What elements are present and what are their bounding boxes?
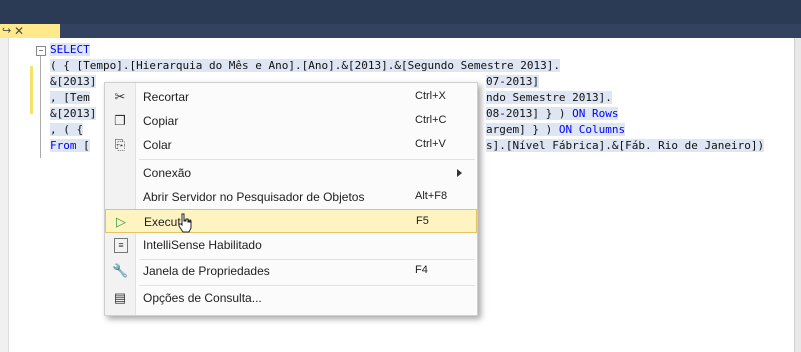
menu-item-execute[interactable]: ▷ Executar F5 [105, 209, 477, 233]
code-line-6-tail: argem] } ) ON Columns [486, 123, 626, 136]
hand-cursor-icon [178, 213, 192, 233]
menu-item-copy[interactable]: ❐ Copiar Ctrl+C [105, 109, 477, 133]
menu-separator [139, 159, 475, 160]
code-line-4: , [Tem [50, 91, 90, 104]
play-icon: ▷ [116, 214, 126, 229]
scissors-icon: ✂ [114, 89, 126, 104]
code-line-3-tail: 07-2013] [486, 75, 539, 88]
code-line-3: &[2013] [50, 75, 97, 88]
outline-guide [40, 56, 41, 158]
menu-item-paste[interactable]: ⎘ Colar Ctrl+V [105, 133, 477, 157]
paste-icon: ⎘ [114, 137, 126, 152]
menu-item-query-options[interactable]: ▤ Opções de Consulta... [105, 286, 477, 310]
code-line-4-tail: ndo Semestre 2013]. [486, 91, 612, 104]
code-line-5: &[2013] [50, 107, 97, 120]
menu-item-connection[interactable]: Conexão [105, 161, 477, 185]
wrench-icon: 🔧 [112, 263, 129, 278]
close-icon[interactable]: ✕ [14, 24, 24, 38]
change-indicator [30, 66, 33, 114]
copy-icon: ❐ [114, 113, 126, 128]
editor-margin [0, 38, 9, 352]
tab-strip [60, 24, 801, 38]
menu-item-cut[interactable]: ✂ Recortar Ctrl+X [105, 85, 477, 109]
code-line-1: SELECT [50, 43, 90, 56]
editor-scrollbar[interactable] [794, 38, 801, 352]
code-line-7: From [ [50, 139, 90, 152]
pin-icon[interactable]: ↪ [2, 24, 11, 38]
collapse-toggle-icon[interactable]: − [36, 46, 46, 56]
menu-item-open-server[interactable]: Abrir Servidor no Pesquisador de Objetos… [105, 185, 477, 209]
intellisense-icon: ≡ [114, 238, 128, 253]
submenu-arrow-icon [457, 169, 462, 177]
code-line-6: , ( { [50, 123, 84, 136]
code-line-7-tail: s].[Nível Fábrica].&[Fáb. Rio de Janeiro… [486, 139, 765, 152]
menu-item-properties[interactable]: 🔧 Janela de Propriedades F4 [105, 259, 477, 283]
options-icon: ▤ [113, 290, 127, 305]
menu-item-intellisense[interactable]: ≡ IntelliSense Habilitado [105, 233, 477, 257]
context-menu: ✂ Recortar Ctrl+X ❐ Copiar Ctrl+C ⎘ Cola… [104, 82, 478, 316]
editor-tab[interactable]: ↪ ✕ [0, 24, 60, 38]
code-line-5-tail: 08-2013] } ) ON Rows [486, 107, 619, 120]
code-line-2: ( { [Tempo].[Hierarquia do Mês e Ano].[A… [50, 59, 560, 72]
title-bar: ↪ ✕ [0, 0, 801, 38]
